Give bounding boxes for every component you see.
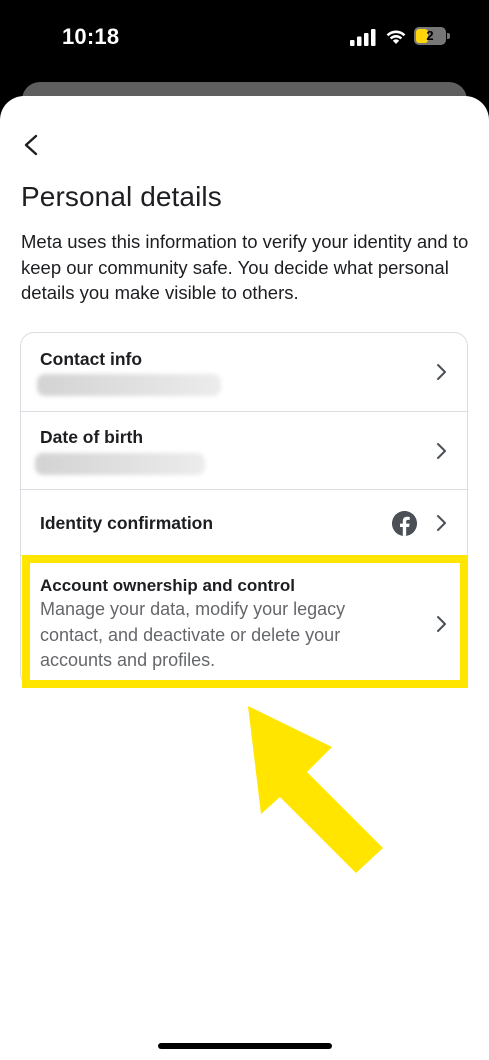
pointer-arrow-icon: [248, 706, 383, 873]
personal-details-list: Contact info Date of birth Identity conf…: [20, 332, 468, 687]
back-button[interactable]: [22, 134, 42, 156]
chevron-right-icon: [437, 443, 446, 459]
battery-tip: [447, 33, 450, 39]
identity-confirmation-item[interactable]: Identity confirmation: [21, 490, 467, 555]
chevron-right-icon: [437, 364, 446, 380]
cellular-signal-icon: [350, 29, 376, 46]
battery-icon: 2: [414, 27, 446, 45]
chevron-right-icon: [437, 616, 446, 632]
status-bar: 10:18 2: [0, 0, 489, 80]
wifi-icon: [386, 30, 406, 44]
contact-info-item[interactable]: Contact info: [21, 333, 467, 411]
account-ownership-description: Manage your data, modify your legacy con…: [40, 599, 346, 670]
date-of-birth-item[interactable]: Date of birth: [21, 412, 467, 489]
chevron-right-icon: [437, 515, 446, 531]
date-of-birth-value-redacted: [35, 453, 205, 475]
status-time: 10:18: [62, 24, 120, 49]
battery-level: 2: [426, 28, 434, 43]
contact-info-value-redacted: [37, 374, 221, 396]
contact-info-label: Contact info: [40, 349, 143, 369]
date-of-birth-label: Date of birth: [40, 427, 144, 447]
account-ownership-and-control-item[interactable]: Account ownership and control Manage you…: [21, 556, 467, 686]
account-ownership-label: Account ownership and control: [40, 576, 296, 595]
home-indicator[interactable]: [158, 1043, 332, 1049]
identity-confirmation-label: Identity confirmation: [40, 513, 214, 533]
facebook-icon: [392, 511, 417, 536]
page-description: Meta uses this information to verify you…: [21, 231, 469, 303]
page-title: Personal details: [21, 181, 222, 212]
